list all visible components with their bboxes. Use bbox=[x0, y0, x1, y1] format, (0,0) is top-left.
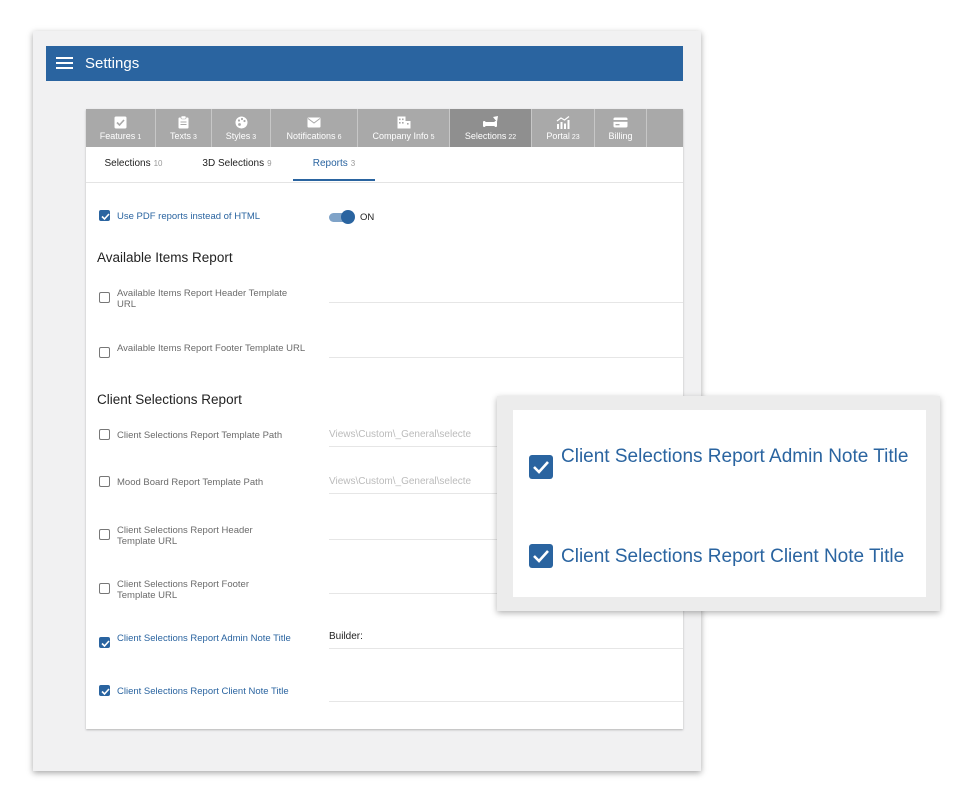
checkmark-icon bbox=[533, 550, 549, 563]
available-header-url-field[interactable] bbox=[329, 280, 683, 303]
pdf-reports-checkbox[interactable] bbox=[99, 210, 110, 221]
client-selections-heading: Client Selections Report bbox=[97, 392, 242, 407]
tab-portal[interactable]: Portal 23 bbox=[532, 109, 595, 147]
zoom-admin-note-checkbox[interactable] bbox=[529, 455, 553, 479]
admin-note-title-checkbox[interactable] bbox=[99, 637, 110, 648]
tab-label: Portal bbox=[546, 131, 570, 141]
tab-label: Styles bbox=[225, 131, 251, 141]
tab-texts[interactable]: Texts 3 bbox=[156, 109, 212, 147]
tab-company-info[interactable]: Company Info 5 bbox=[358, 109, 450, 147]
tab-label: Features bbox=[99, 131, 136, 141]
tab-label: Notifications bbox=[286, 131, 336, 141]
toggle-state-text: ON bbox=[360, 212, 375, 223]
zoom-admin-note-label: Client Selections Report Admin Note Titl… bbox=[561, 446, 909, 467]
main-tabs: Features 1 Texts 3 Styles 3 Notifications 6 … bbox=[86, 109, 683, 147]
client-footer-url-label: Client Selections Report Footer Template… bbox=[117, 579, 250, 601]
tab-styles[interactable]: Styles 3 bbox=[212, 109, 271, 147]
tab-billing[interactable]: Billing bbox=[595, 109, 647, 147]
available-header-url-checkbox[interactable] bbox=[99, 292, 110, 303]
credit-card-icon bbox=[613, 116, 628, 129]
checkbox-icon bbox=[114, 116, 127, 129]
checkmark-icon bbox=[101, 640, 110, 648]
available-footer-url-label: Available Items Report Footer Template U… bbox=[117, 343, 306, 354]
subtab-selections[interactable]: Selections 10 bbox=[86, 147, 181, 181]
available-footer-url-checkbox[interactable] bbox=[99, 347, 110, 358]
subtab-reports[interactable]: Reports 3 bbox=[293, 147, 375, 181]
subtab-count: 10 bbox=[153, 159, 163, 168]
sub-tabs: Selections 10 3D Selections 9 Reports 3 bbox=[86, 147, 683, 183]
mail-icon bbox=[307, 116, 321, 129]
zoom-client-note-label: Client Selections Report Client Note Tit… bbox=[561, 546, 905, 567]
tab-count: 6 bbox=[337, 134, 342, 141]
subtab-label: Selections bbox=[104, 158, 151, 169]
zoom-client-note-checkbox[interactable] bbox=[529, 544, 553, 568]
sofa-icon bbox=[482, 116, 499, 129]
tab-features[interactable]: Features 1 bbox=[86, 109, 156, 147]
tab-label: Company Info bbox=[372, 131, 429, 141]
available-header-url-label: Available Items Report Header Template U… bbox=[117, 288, 288, 310]
available-footer-url-field[interactable] bbox=[329, 335, 683, 358]
tab-count: 22 bbox=[508, 134, 517, 141]
subtab-count: 3 bbox=[350, 159, 356, 168]
template-path-checkbox[interactable] bbox=[99, 429, 110, 440]
chart-icon bbox=[556, 116, 570, 129]
subtab-3d-selections[interactable]: 3D Selections 9 bbox=[181, 147, 293, 181]
checkmark-icon bbox=[101, 213, 110, 221]
building-icon bbox=[397, 116, 411, 129]
tab-label: Texts bbox=[170, 131, 192, 141]
subtab-label: 3D Selections bbox=[202, 158, 265, 169]
client-note-title-field[interactable] bbox=[329, 679, 683, 702]
app-bar: Settings bbox=[46, 46, 683, 81]
page-title: Settings bbox=[85, 55, 140, 72]
menu-icon[interactable] bbox=[56, 57, 73, 70]
tab-selections[interactable]: Selections 22 bbox=[450, 109, 532, 147]
available-items-heading: Available Items Report bbox=[97, 250, 233, 265]
admin-note-title-field[interactable]: Builder: bbox=[329, 626, 683, 649]
toggle-knob bbox=[341, 210, 355, 224]
zoom-callout: Client Selections Report Admin Note Titl… bbox=[497, 396, 940, 611]
tab-count: 5 bbox=[430, 134, 435, 141]
pdf-toggle-switch[interactable] bbox=[329, 210, 355, 224]
tab-label: Billing bbox=[608, 131, 633, 141]
clipboard-icon bbox=[178, 116, 189, 129]
checkmark-icon bbox=[101, 688, 110, 696]
checkmark-icon bbox=[533, 461, 549, 474]
subtab-count: 9 bbox=[267, 159, 272, 168]
subtab-label: Reports bbox=[312, 158, 348, 169]
tab-notifications[interactable]: Notifications 6 bbox=[271, 109, 358, 147]
client-header-url-label: Client Selections Report Header Template… bbox=[117, 525, 253, 547]
tab-label: Selections bbox=[464, 131, 507, 141]
tab-count: 23 bbox=[571, 134, 580, 141]
client-footer-url-checkbox[interactable] bbox=[99, 583, 110, 594]
mood-board-path-checkbox[interactable] bbox=[99, 476, 110, 487]
client-note-title-label: Client Selections Report Client Note Tit… bbox=[117, 686, 289, 697]
tab-count: 3 bbox=[252, 134, 257, 141]
client-note-title-checkbox[interactable] bbox=[99, 685, 110, 696]
template-path-label: Client Selections Report Template Path bbox=[117, 430, 283, 441]
palette-icon bbox=[235, 116, 248, 129]
tab-count: 1 bbox=[137, 134, 142, 141]
admin-note-title-label: Client Selections Report Admin Note Titl… bbox=[117, 633, 291, 644]
mood-board-path-label: Mood Board Report Template Path bbox=[117, 477, 264, 488]
pdf-reports-label: Use PDF reports instead of HTML bbox=[117, 211, 261, 222]
tab-count: 3 bbox=[193, 134, 197, 141]
client-header-url-checkbox[interactable] bbox=[99, 529, 110, 540]
zoom-callout-panel: Client Selections Report Admin Note Titl… bbox=[513, 410, 926, 597]
